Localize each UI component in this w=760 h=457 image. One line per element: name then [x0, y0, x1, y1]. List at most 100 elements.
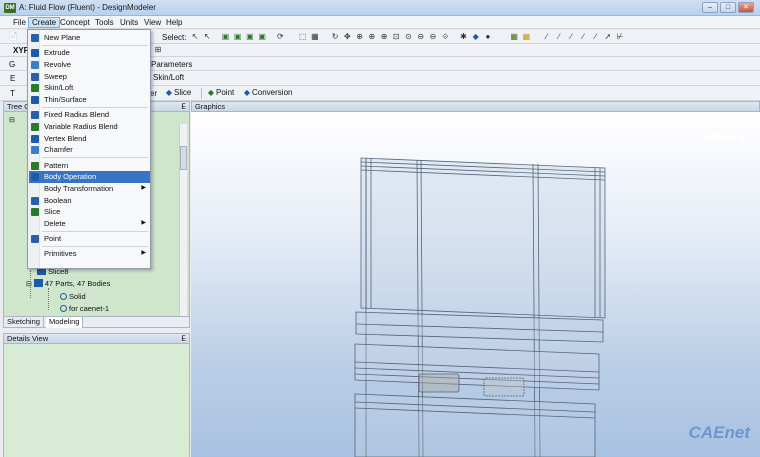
plane-extra-icon[interactable]: ⊞ [153, 45, 163, 55]
details-view-title: Details View [7, 334, 49, 343]
caenet-watermark: CAEnet [688, 423, 750, 442]
extrude-fragment[interactable]: E [10, 74, 15, 83]
color-by-thickness-icon[interactable]: ▦ [521, 32, 531, 42]
scrollbar-thumb[interactable] [180, 146, 187, 170]
menu-item-sweep[interactable]: Sweep [29, 71, 150, 83]
menu-item-delete[interactable]: Delete ▶ [29, 218, 150, 230]
select-mode-icon[interactable]: ↖ [190, 32, 200, 42]
er-fragment[interactable]: er [150, 89, 157, 98]
zoom-icon[interactable]: ⊕ [355, 32, 365, 42]
point-filter-icon[interactable]: ▣ [220, 32, 230, 42]
tree-item-solid[interactable]: Solid [60, 291, 86, 302]
tree-expand-icon[interactable]: ⊟ [9, 116, 15, 124]
previous-view-icon[interactable]: ⊖ [416, 32, 426, 42]
menu-item-label: Slice [44, 207, 61, 217]
tab-modeling[interactable]: Modeling [46, 317, 84, 328]
slice-button[interactable]: ◆ Slice [164, 88, 191, 98]
look-at-icon[interactable]: ✱ [458, 32, 468, 42]
zoom-box-icon[interactable]: ⊕ [367, 32, 377, 42]
rotate-icon[interactable]: ↻ [330, 32, 340, 42]
extrude-icon [31, 49, 39, 58]
parameters-button[interactable]: Parameters [151, 60, 192, 69]
menu-item-label: Chamfer [44, 145, 73, 155]
box-select-icon[interactable]: ⬚ [298, 32, 308, 42]
menu-item-chamfer[interactable]: Chamfer [29, 144, 150, 156]
next-view-icon[interactable]: ⊖ [428, 32, 438, 42]
menu-item-body-operation[interactable]: Body Operation [29, 171, 150, 183]
minimize-button[interactable]: – [702, 2, 718, 13]
ansys-version: R15.0 [724, 144, 746, 153]
triad-icon[interactable]: ⊬ [615, 32, 625, 42]
paint-select-icon[interactable]: ▦ [310, 32, 320, 42]
menu-item-vertex-blend[interactable]: Vertex Blend [29, 133, 150, 145]
menu-item-primitives[interactable]: Primitives ▶ [29, 248, 150, 260]
pointer-icon[interactable]: ➚ [603, 32, 613, 42]
menu-item-pattern[interactable]: Pattern [29, 160, 150, 172]
menu-item-thin-surface[interactable]: Thin/Surface [29, 94, 150, 106]
tree-connector [48, 288, 49, 310]
menu-create[interactable]: Create [28, 17, 61, 28]
menu-item-revolve[interactable]: Revolve [29, 59, 150, 71]
body-operation-icon [31, 173, 39, 182]
iso-view-icon[interactable]: ⟐ [440, 32, 450, 42]
pan-icon[interactable]: ✥ [342, 32, 352, 42]
vertex-blend-icon [31, 134, 39, 143]
pin-icon[interactable]: ⴹ [181, 102, 186, 111]
menu-help[interactable]: Help [163, 17, 185, 28]
line-style-4-icon[interactable]: ∕ [578, 32, 588, 42]
line-style-5-icon[interactable]: ∕ [591, 32, 601, 42]
submenu-arrow-icon: ▶ [141, 184, 146, 191]
menu-item-boolean[interactable]: Boolean [29, 195, 150, 207]
zoom-fit-icon[interactable]: ⊡ [391, 32, 401, 42]
line-style-2-icon[interactable]: ∕ [554, 32, 564, 42]
menu-item-extrude[interactable]: Extrude [29, 47, 150, 59]
menu-concept[interactable]: Concept [57, 17, 93, 28]
body-filter-icon[interactable]: ▣ [257, 32, 267, 42]
menu-item-label: Fixed Radius Blend [44, 110, 110, 120]
conversion-button[interactable]: ◆ Conversion [242, 88, 293, 98]
thin-fragment[interactable]: T [10, 89, 15, 98]
generate-fragment[interactable]: G [9, 60, 15, 69]
extend-selection-icon[interactable]: ⟳ [275, 32, 285, 42]
display-model-icon[interactable]: ◆ [471, 32, 481, 42]
menu-file[interactable]: File [10, 17, 29, 28]
line-style-icon[interactable]: ∕ [542, 32, 552, 42]
menu-item-point[interactable]: Point [29, 233, 150, 245]
tree-item-parts[interactable]: ⊟ 47 Parts, 47 Bodies [26, 278, 110, 289]
close-button[interactable]: ✕ [738, 2, 754, 13]
menu-units[interactable]: Units [117, 17, 141, 28]
menu-separator [42, 230, 148, 232]
select-filter-icon[interactable]: ↖ [202, 32, 212, 42]
tree-item-caenet[interactable]: for caenet-1 [60, 303, 109, 314]
graphics-title: Graphics [195, 102, 226, 111]
edge-filter-icon[interactable]: ▣ [233, 32, 243, 42]
menu-item-new-plane[interactable]: New Plane [29, 32, 150, 44]
menu-item-body-transformation[interactable]: Body Transformation ▶ [29, 183, 150, 195]
details-view-header: Details View ⴹ [3, 333, 190, 344]
menu-view[interactable]: View [141, 17, 164, 28]
face-filter-icon[interactable]: ▣ [245, 32, 255, 42]
menu-item-skin-loft[interactable]: Skin/Loft [29, 82, 150, 94]
menu-item-fixed-radius-blend[interactable]: Fixed Radius Blend [29, 109, 150, 121]
line-style-3-icon[interactable]: ∕ [566, 32, 576, 42]
zoom-in-icon[interactable]: ⊕ [379, 32, 389, 42]
menu-item-label: Boolean [44, 195, 72, 205]
maximize-button[interactable]: □ [720, 2, 736, 13]
sweep-icon [31, 72, 39, 81]
menu-tools[interactable]: Tools [92, 17, 117, 28]
display-point-icon[interactable]: ● [483, 32, 493, 42]
point-icon [31, 235, 39, 244]
menu-separator [42, 245, 148, 247]
menu-item-slice[interactable]: Slice [29, 206, 150, 218]
magnifier-icon[interactable]: ⊙ [404, 32, 414, 42]
tree-scrollbar[interactable] [179, 124, 187, 316]
pin-icon[interactable]: ⴹ [181, 334, 186, 343]
new-icon[interactable]: 📄 [8, 32, 18, 42]
menu-item-variable-radius-blend[interactable]: Variable Radius Blend [29, 121, 150, 133]
slice-icon: ◆ [165, 88, 173, 97]
graphics-viewport[interactable]: ANSYS R15.0 CAEnet [191, 112, 760, 457]
menu-item-label: Pattern [44, 160, 69, 170]
tab-sketching[interactable]: Sketching [4, 317, 44, 328]
point-button[interactable]: ◆ Point [206, 88, 234, 98]
color-by-body-icon[interactable]: ▦ [509, 32, 519, 42]
